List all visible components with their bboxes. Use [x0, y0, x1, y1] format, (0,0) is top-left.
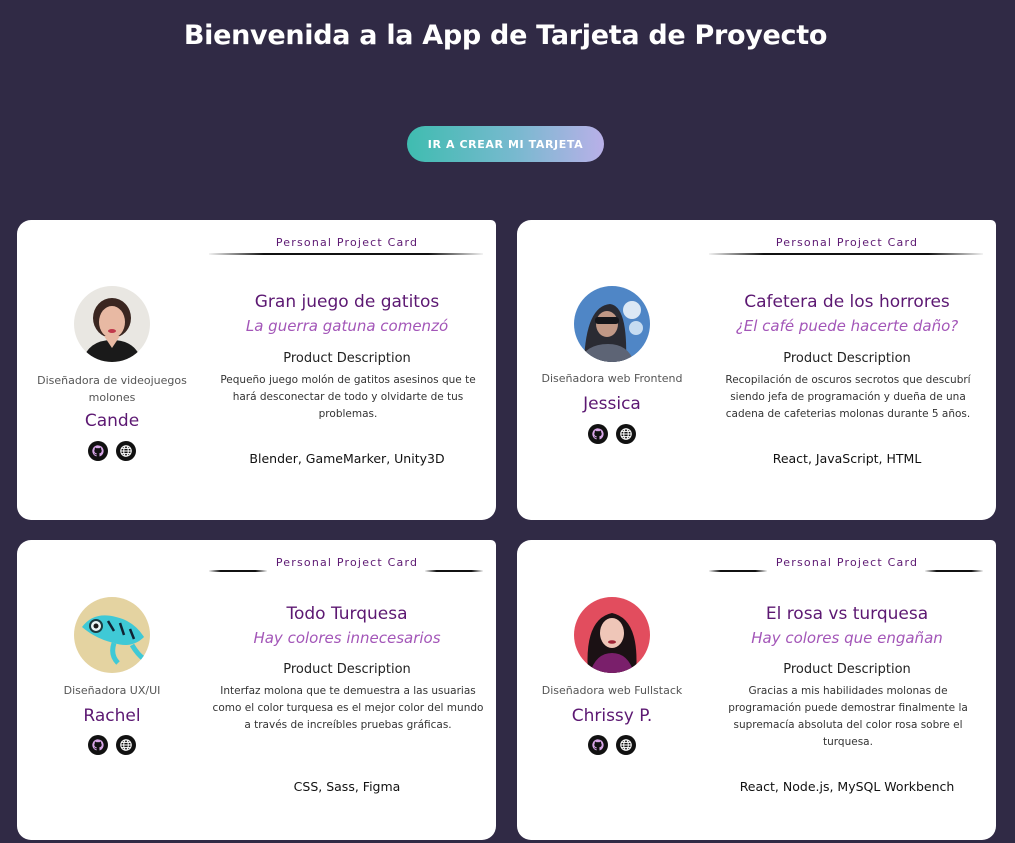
- description-title: Product Description: [283, 662, 411, 677]
- project-card: Personal Project Card Diseñadora UX/UI R…: [17, 540, 496, 840]
- description-title: Product Description: [783, 351, 911, 366]
- author-links: [517, 735, 707, 755]
- author-job: Diseñadora web Frontend: [541, 372, 683, 385]
- avatar-long-dark-hair-woman-icon: [574, 597, 650, 673]
- card-divider-left: [209, 570, 267, 572]
- globe-icon[interactable]: [616, 424, 636, 444]
- project-name: Cafetera de los horrores: [744, 292, 950, 312]
- project-card: Personal Project Card Diseñadora web Fro…: [517, 220, 996, 520]
- author-links: [17, 441, 207, 461]
- github-icon[interactable]: [588, 735, 608, 755]
- project-technologies: CSS, Sass, Figma: [293, 779, 401, 794]
- card-divider: [709, 253, 983, 255]
- avatar-sunglasses-woman-icon: [574, 286, 650, 362]
- project-slogan: Hay colores innecesarios: [253, 629, 441, 647]
- github-icon[interactable]: [588, 424, 608, 444]
- author-job: Diseñadora UX/UI: [63, 684, 161, 697]
- project-slogan: ¿El café puede hacerte daño?: [735, 317, 959, 335]
- author-job: Diseñadora web Fullstack: [541, 684, 683, 697]
- project-description: Interfaz molona que te demuestra a las u…: [212, 685, 484, 731]
- github-icon[interactable]: [88, 735, 108, 755]
- project-name: Todo Turquesa: [286, 604, 408, 624]
- project-description: Gracias a mis habilidades molonas de pro…: [728, 685, 968, 748]
- author-avatar: [574, 597, 650, 673]
- project-technologies: React, Node.js, MySQL Workbench: [739, 779, 955, 794]
- globe-icon[interactable]: [116, 441, 136, 461]
- project-description: Recopilación de oscuros secrotos que des…: [725, 374, 971, 420]
- avatar-turquoise-gecko-icon: [74, 597, 150, 673]
- author-avatar: [74, 597, 150, 673]
- author-name: Jessica: [583, 394, 641, 414]
- project-technologies: Blender, GameMarker, Unity3D: [249, 451, 445, 466]
- project-slogan: La guerra gatuna comenzó: [245, 317, 449, 335]
- card-tag: Personal Project Card: [275, 236, 419, 249]
- card-tag: Personal Project Card: [775, 556, 919, 569]
- author-name: Cande: [84, 411, 140, 431]
- card-tag: Personal Project Card: [275, 556, 419, 569]
- author-avatar: [74, 286, 150, 362]
- card-divider-right: [925, 570, 983, 572]
- project-name: El rosa vs turquesa: [765, 604, 929, 624]
- page-title: Bienvenida a la App de Tarjeta de Proyec…: [183, 20, 828, 51]
- create-card-button[interactable]: IR A CREAR MI TARJETA: [407, 126, 604, 162]
- github-icon[interactable]: [88, 441, 108, 461]
- author-links: [17, 735, 207, 755]
- author-job: Diseñadora de videojuegos molones: [37, 374, 187, 404]
- project-card: Personal Project Card Diseñadora de vide…: [17, 220, 496, 520]
- card-divider-right: [425, 570, 483, 572]
- author-name: Chrissy P.: [571, 706, 653, 726]
- description-title: Product Description: [283, 351, 411, 366]
- project-technologies: React, JavaScript, HTML: [772, 451, 922, 466]
- card-tag: Personal Project Card: [775, 236, 919, 249]
- globe-icon[interactable]: [616, 735, 636, 755]
- project-slogan: Hay colores que engañan: [751, 629, 943, 647]
- author-name: Rachel: [83, 706, 141, 726]
- card-divider-left: [709, 570, 767, 572]
- description-title: Product Description: [783, 662, 911, 677]
- globe-icon[interactable]: [116, 735, 136, 755]
- author-links: [517, 424, 707, 444]
- author-avatar: [574, 286, 650, 362]
- card-divider: [209, 253, 483, 255]
- project-name: Gran juego de gatitos: [254, 292, 440, 312]
- project-description: Pequeño juego molón de gatitos asesinos …: [220, 374, 476, 420]
- avatar-short-dark-hair-woman-icon: [74, 286, 150, 362]
- project-card: Personal Project Card Diseñadora web Ful…: [517, 540, 996, 840]
